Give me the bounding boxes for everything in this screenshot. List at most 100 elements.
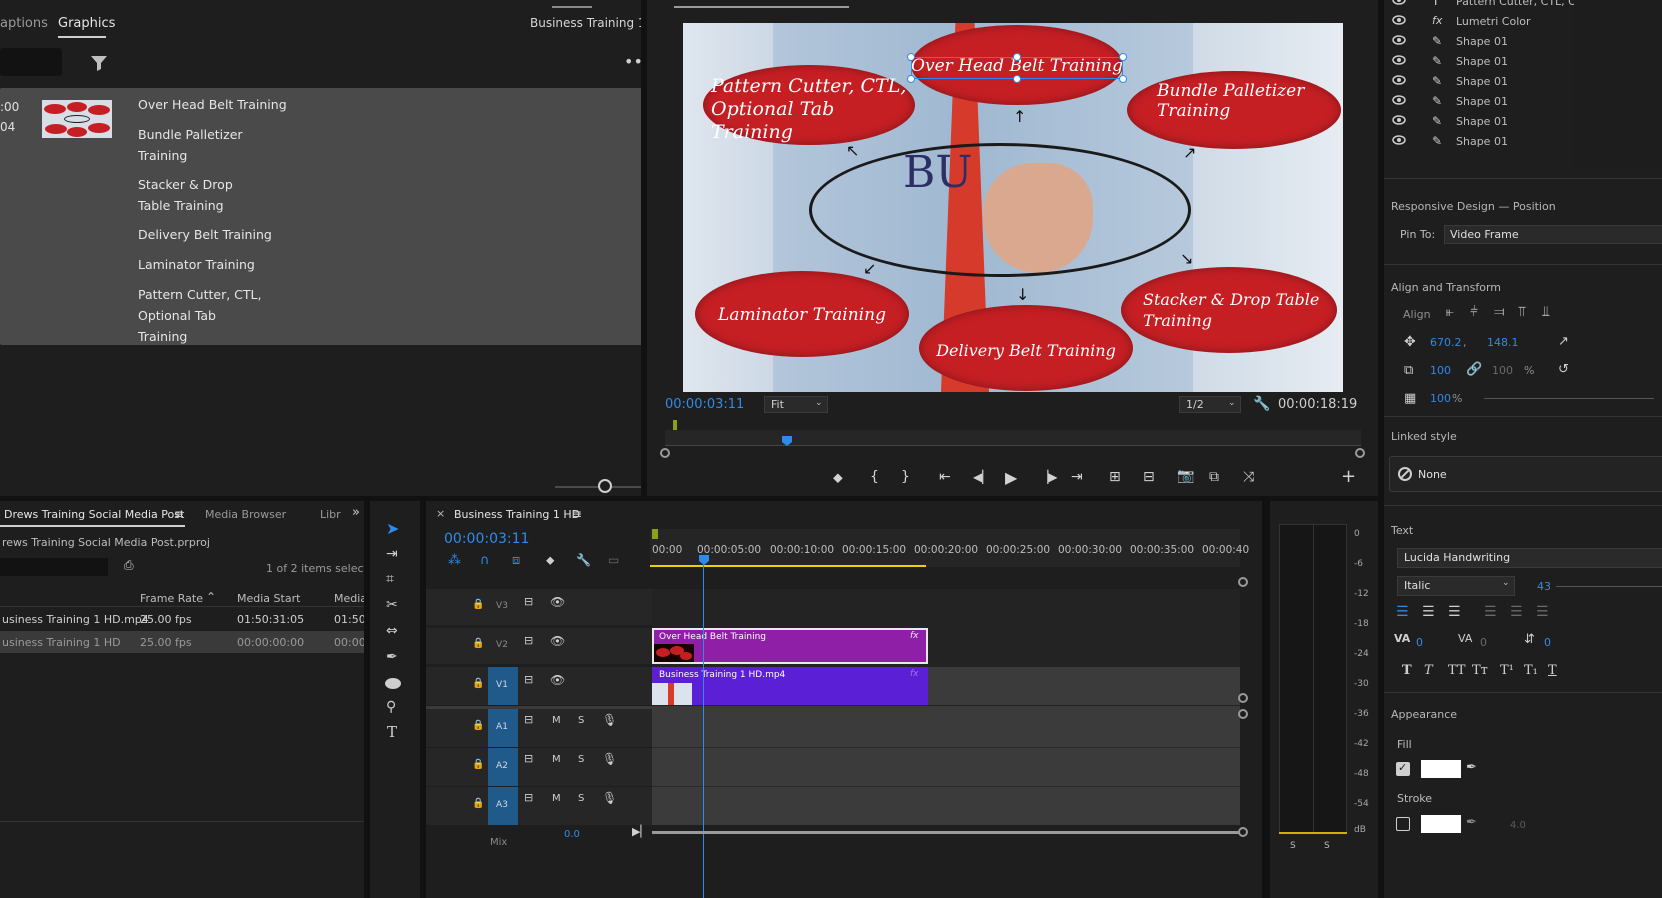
scale-width-value[interactable]: 100 — [1430, 364, 1451, 377]
leading-value[interactable]: 0 — [1544, 636, 1551, 649]
filter-icon[interactable] — [90, 55, 108, 71]
layer-row[interactable]: ✎ Shape 01 — [1384, 51, 1574, 72]
resolution-select[interactable]: 1/2 ⌄ — [1179, 396, 1241, 413]
eye-icon[interactable]: 👁 — [550, 634, 565, 648]
eye-icon[interactable] — [1392, 15, 1406, 28]
thumbnail-size-handle[interactable] — [598, 479, 612, 493]
zoom-select[interactable]: Fit ⌄ — [764, 396, 828, 413]
chain-link-icon[interactable]: 🔗 — [1466, 362, 1482, 377]
align-text-left-icon[interactable]: ☰ — [1396, 604, 1409, 620]
close-tab-icon[interactable]: × — [436, 507, 445, 520]
toggle-sync-icon[interactable]: ⊟ — [524, 595, 533, 608]
mute-button[interactable]: M — [552, 793, 561, 804]
scale-height-value[interactable]: 100 — [1492, 364, 1513, 377]
fill-color-swatch[interactable] — [1421, 760, 1461, 778]
tab-captions[interactable]: aptions — [0, 16, 48, 31]
tab-media-browser[interactable]: Media Browser — [205, 508, 286, 521]
eye-icon[interactable] — [1392, 0, 1406, 8]
layer-row[interactable]: ✎ Shape 01 — [1384, 31, 1574, 52]
selection-handle[interactable] — [1119, 53, 1127, 61]
project-row[interactable]: usiness Training 1 HD.mp4 25.00 fps 01:5… — [0, 609, 364, 631]
align-right-icon[interactable]: ⫤ — [1494, 304, 1505, 320]
pin-to-select[interactable]: Video Frame — [1444, 225, 1662, 244]
font-size-value[interactable]: 43 — [1537, 580, 1551, 593]
eye-icon[interactable] — [1392, 115, 1406, 128]
col-media[interactable]: Media — [334, 592, 364, 605]
layer-row[interactable]: ✎ Shape 01 — [1384, 111, 1574, 132]
eyedropper-icon[interactable]: ✒ — [1466, 815, 1477, 830]
selection-handle[interactable] — [907, 53, 915, 61]
mix-value[interactable]: 0.0 — [564, 829, 580, 840]
mic-icon[interactable]: 🎙 — [602, 791, 617, 805]
lock-icon[interactable]: 🔒 — [472, 599, 484, 610]
fill-checkbox[interactable]: ✓ — [1396, 761, 1410, 776]
new-bin-from-search-icon[interactable]: ⎙ — [124, 558, 134, 573]
go-to-out-icon[interactable]: ⇥ — [1071, 469, 1083, 485]
insert-overwrite-icon[interactable]: ⧈ — [512, 553, 520, 568]
go-to-end-icon[interactable]: ▶▏ — [632, 825, 649, 838]
graphics-search-input[interactable] — [0, 48, 62, 76]
eye-icon[interactable] — [1392, 35, 1406, 48]
mute-button[interactable]: M — [552, 715, 561, 726]
lift-icon[interactable]: ⊞ — [1109, 469, 1121, 485]
clip-video[interactable]: Business Training 1 HD.mp4 fx — [652, 667, 928, 705]
justify-all-icon[interactable]: ☰ — [1536, 604, 1549, 620]
linked-selection-icon[interactable]: ∩ — [480, 553, 490, 568]
eye-icon[interactable]: 👁 — [550, 595, 565, 609]
export-frame-icon[interactable]: 📷 — [1177, 468, 1194, 484]
lock-icon[interactable]: 🔒 — [472, 798, 484, 809]
vertical-zoom-handle[interactable] — [1238, 693, 1248, 703]
selection-handle[interactable] — [1013, 75, 1021, 83]
vertical-zoom-handle[interactable] — [1238, 709, 1248, 719]
layer-row[interactable]: ✎ Shape 01 — [1384, 91, 1574, 112]
linked-style-select[interactable]: None — [1389, 456, 1662, 492]
track-select-tool-icon[interactable]: ⇥ — [386, 546, 398, 562]
align-text-center-icon[interactable]: ☰ — [1422, 604, 1435, 620]
track-label[interactable]: A3 — [486, 800, 518, 810]
subscript-icon[interactable]: T₁ — [1524, 663, 1538, 678]
timeline-timecode[interactable]: 00:00:03:11 — [444, 531, 529, 547]
opacity-slider[interactable] — [1484, 398, 1654, 399]
tracking-value[interactable]: 0 — [1416, 636, 1423, 649]
track-label[interactable]: A1 — [486, 722, 518, 732]
panel-menu-icon[interactable]: ••• — [624, 52, 641, 71]
vr-icon[interactable]: ⤨ — [1243, 469, 1254, 485]
align-center-icon[interactable]: ⫩ — [1470, 304, 1478, 320]
small-caps-icon[interactable]: Tт — [1472, 663, 1488, 678]
font-size-slider[interactable] — [1556, 586, 1662, 587]
toggle-sync-icon[interactable]: ⊟ — [524, 634, 533, 647]
program-mini-timeline[interactable] — [660, 420, 1365, 458]
position-y-value[interactable]: 148.1 — [1487, 336, 1519, 349]
lock-icon[interactable]: 🔒 — [472, 638, 484, 649]
tab-menu-icon[interactable]: ≡ — [174, 507, 184, 521]
eye-icon[interactable] — [1392, 95, 1406, 108]
selection-handle[interactable] — [1119, 75, 1127, 83]
selection-tool-icon[interactable]: ➤ — [386, 519, 399, 538]
toggle-sync-icon[interactable]: ⊟ — [524, 673, 533, 686]
razor-tool-icon[interactable]: ✂ — [386, 597, 398, 613]
track-label[interactable]: A2 — [486, 761, 518, 771]
captions-icon[interactable]: ▭ — [608, 553, 619, 567]
solo-button[interactable]: S — [578, 754, 584, 765]
align-top-icon[interactable]: ⫪ — [1518, 304, 1526, 320]
timeline-settings-icon[interactable]: 🔧 — [576, 553, 591, 567]
layer-row[interactable]: ✎ Shape 01 — [1384, 131, 1574, 152]
col-frame-rate[interactable]: Frame Rate — [140, 592, 203, 605]
layer-row[interactable]: ✎ Shape 01 — [1384, 71, 1574, 92]
more-tabs-icon[interactable]: » — [352, 505, 360, 520]
mute-button[interactable]: M — [552, 754, 561, 765]
solo-right-button[interactable]: S — [1324, 841, 1330, 851]
track-label[interactable]: V1 — [486, 680, 518, 690]
stroke-checkbox[interactable] — [1396, 817, 1410, 831]
play-icon[interactable]: ▶ — [1005, 468, 1017, 487]
solo-button[interactable]: S — [578, 793, 584, 804]
rotation-icon[interactable]: ↺ — [1558, 362, 1569, 377]
mark-out-icon[interactable]: } — [901, 469, 910, 485]
toggle-sync-icon[interactable]: ⊟ — [524, 791, 533, 804]
eye-icon[interactable] — [1392, 135, 1406, 148]
horizontal-scrollbar[interactable] — [652, 831, 1240, 834]
scroll-handle[interactable] — [1238, 827, 1248, 837]
font-style-select[interactable]: Italic ⌄ — [1397, 576, 1515, 596]
solo-button[interactable]: S — [578, 715, 584, 726]
justify-left-icon[interactable]: ☰ — [1484, 604, 1497, 620]
